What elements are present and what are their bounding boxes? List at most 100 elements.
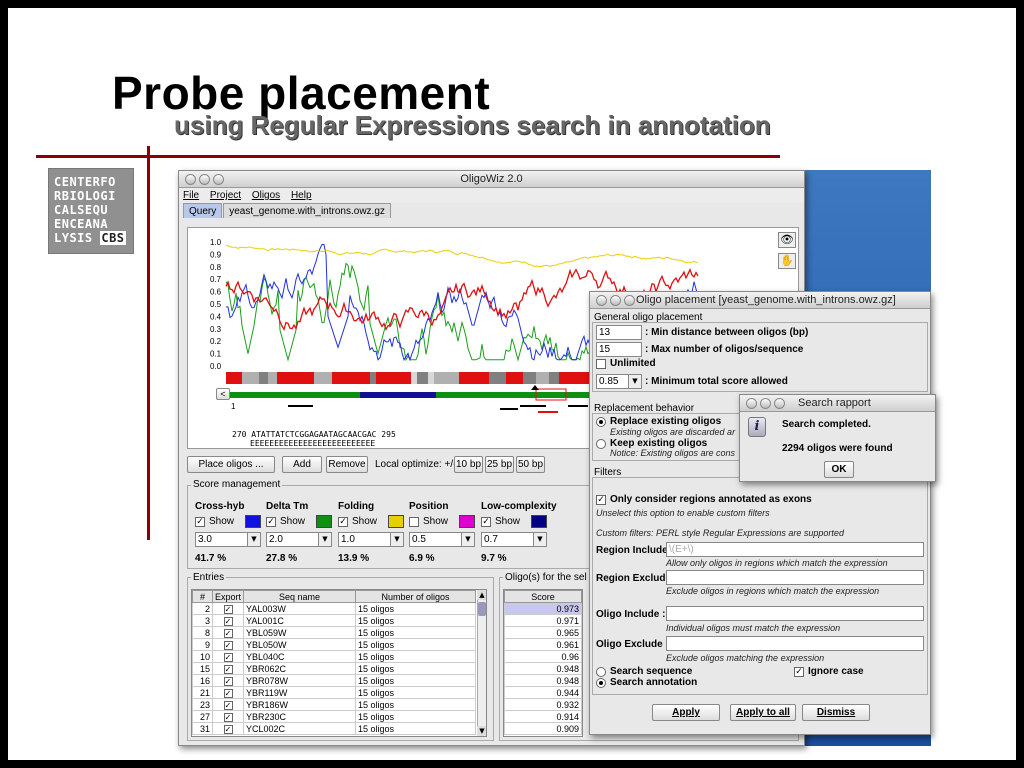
menu-oligos[interactable]: Oligos bbox=[252, 190, 280, 201]
score-weight-select[interactable]: 3.0 ▼ bbox=[195, 532, 261, 547]
hand-tool-icon[interactable]: ✋ bbox=[778, 253, 796, 269]
export-checkbox[interactable]: ✓ bbox=[211, 686, 245, 699]
add-button[interactable]: Add bbox=[282, 456, 322, 473]
export-checkbox[interactable]: ✓ bbox=[211, 614, 245, 627]
nav-left-button[interactable]: < bbox=[216, 388, 230, 400]
close-window-icon[interactable] bbox=[596, 295, 607, 306]
menu-project[interactable]: Project bbox=[210, 190, 241, 201]
min-distance-input[interactable]: 13 bbox=[596, 325, 642, 340]
col-seq-name[interactable]: Seq name bbox=[243, 590, 357, 603]
minimize-window-icon[interactable] bbox=[199, 174, 210, 185]
export-checkbox[interactable]: ✓ bbox=[211, 662, 245, 675]
table-row[interactable]: 0.948 bbox=[504, 662, 582, 675]
score-color-swatch[interactable] bbox=[316, 515, 332, 528]
optimize-10bp-button[interactable]: 10 bp bbox=[454, 456, 483, 473]
export-checkbox[interactable]: ✓ bbox=[211, 626, 245, 639]
table-row[interactable]: 2 ✓ YAL003W 15 oligos bbox=[192, 602, 476, 615]
export-checkbox[interactable]: ✓ bbox=[211, 674, 245, 687]
table-row[interactable]: 31 ✓ YCL002C 15 oligos bbox=[192, 722, 476, 735]
score-color-swatch[interactable] bbox=[531, 515, 547, 528]
table-row[interactable]: 3 ✓ YAL001C 15 oligos bbox=[192, 614, 476, 627]
export-checkbox[interactable]: ✓ bbox=[211, 698, 245, 711]
apply-to-all-button[interactable]: Apply to all bbox=[730, 704, 796, 721]
table-row[interactable]: 16 ✓ YBR078W 15 oligos bbox=[192, 674, 476, 687]
score-show-checkbox[interactable]: ✓ bbox=[481, 517, 491, 527]
remove-button[interactable]: Remove bbox=[326, 456, 368, 473]
tab-query[interactable]: Query bbox=[183, 203, 223, 218]
exons-only-checkbox[interactable]: ✓ bbox=[596, 495, 606, 505]
menu-help[interactable]: Help bbox=[291, 190, 312, 201]
min-score-select[interactable]: 0.85 ▼ bbox=[596, 374, 642, 389]
max-number-input[interactable]: 15 bbox=[596, 342, 642, 357]
score-weight-select[interactable]: 2.0 ▼ bbox=[266, 532, 332, 547]
region-include-input[interactable]: \(E+\) bbox=[666, 542, 924, 557]
search-sequence-radio[interactable] bbox=[596, 667, 606, 677]
minimize-window-icon[interactable] bbox=[760, 398, 771, 409]
dismiss-button[interactable]: Dismiss bbox=[802, 704, 870, 721]
export-checkbox[interactable]: ✓ bbox=[211, 710, 245, 723]
table-row[interactable]: 0.973 bbox=[504, 602, 582, 615]
export-checkbox[interactable]: ✓ bbox=[211, 638, 245, 651]
score-show-checkbox[interactable] bbox=[409, 517, 419, 527]
region-exclude-input[interactable] bbox=[666, 570, 924, 585]
export-checkbox[interactable]: ✓ bbox=[211, 602, 245, 615]
eye-icon[interactable]: 👁 bbox=[778, 232, 796, 248]
table-row[interactable]: 9 ✓ YBL050W 15 oligos bbox=[192, 638, 476, 651]
score-show-checkbox[interactable]: ✓ bbox=[195, 517, 205, 527]
table-row[interactable]: 27 ✓ YBR230C 15 oligos bbox=[192, 710, 476, 723]
replace-existing-radio[interactable] bbox=[596, 417, 606, 427]
col-score[interactable]: Score bbox=[504, 590, 582, 603]
table-row[interactable]: 15 ✓ YBR062C 15 oligos bbox=[192, 662, 476, 675]
keep-existing-radio[interactable] bbox=[596, 439, 606, 449]
table-row[interactable]: 10 ✓ YBL040C 15 oligos bbox=[192, 650, 476, 663]
table-row[interactable]: 0.909 bbox=[504, 722, 582, 735]
menu-file[interactable]: File bbox=[183, 190, 199, 201]
tab-yeast-genome[interactable]: yeast_genome.with_introns.owz.gz bbox=[223, 203, 391, 218]
table-row[interactable]: 8 ✓ YBL059W 15 oligos bbox=[192, 626, 476, 639]
apply-button[interactable]: Apply bbox=[652, 704, 720, 721]
table-row[interactable]: 0.948 bbox=[504, 674, 582, 687]
ignore-case-checkbox[interactable]: ✓ bbox=[794, 667, 804, 677]
table-row[interactable]: 0.932 bbox=[504, 698, 582, 711]
table-row[interactable]: 0.914 bbox=[504, 710, 582, 723]
search-annotation-radio[interactable] bbox=[596, 678, 606, 688]
score-color-swatch[interactable] bbox=[388, 515, 404, 528]
scroll-thumb[interactable] bbox=[478, 602, 486, 616]
optimize-50bp-button[interactable]: 50 bp bbox=[516, 456, 545, 473]
export-checkbox[interactable]: ✓ bbox=[211, 722, 245, 735]
score-color-swatch[interactable] bbox=[245, 515, 261, 528]
scroll-up-icon[interactable]: ▲ bbox=[477, 590, 486, 600]
optimize-25bp-button[interactable]: 25 bp bbox=[485, 456, 514, 473]
col-export[interactable]: Export bbox=[211, 590, 245, 603]
score-weight-select[interactable]: 0.5 ▼ bbox=[409, 532, 475, 547]
place-oligos-button[interactable]: Place oligos ... bbox=[187, 456, 275, 473]
oligo-exclude-input[interactable] bbox=[666, 636, 924, 651]
replace-existing-label: Replace existing oligos bbox=[610, 416, 722, 427]
ok-button[interactable]: OK bbox=[824, 461, 854, 478]
scroll-down-icon[interactable]: ▼ bbox=[477, 726, 486, 736]
score-weight-select[interactable]: 0.7 ▼ bbox=[481, 532, 547, 547]
close-window-icon[interactable] bbox=[185, 174, 196, 185]
score-show-checkbox[interactable]: ✓ bbox=[266, 517, 276, 527]
score-show-checkbox[interactable]: ✓ bbox=[338, 517, 348, 527]
zoom-window-icon[interactable] bbox=[624, 295, 635, 306]
table-row[interactable]: 23 ✓ YBR186W 15 oligos bbox=[192, 698, 476, 711]
col-number-of-oligos[interactable]: Number of oligos bbox=[355, 590, 476, 603]
close-window-icon[interactable] bbox=[746, 398, 757, 409]
table-row[interactable]: 0.965 bbox=[504, 626, 582, 639]
table-row[interactable]: 21 ✓ YBR119W 15 oligos bbox=[192, 686, 476, 699]
score-weight-select[interactable]: 1.0 ▼ bbox=[338, 532, 404, 547]
zoom-window-icon[interactable] bbox=[213, 174, 224, 185]
table-row[interactable]: 0.961 bbox=[504, 638, 582, 651]
table-row[interactable]: 0.944 bbox=[504, 686, 582, 699]
seq-name-cell: YBL059W bbox=[243, 626, 357, 639]
unlimited-checkbox[interactable] bbox=[596, 359, 606, 369]
table-row[interactable]: 0.971 bbox=[504, 614, 582, 627]
minimize-window-icon[interactable] bbox=[610, 295, 621, 306]
export-checkbox[interactable]: ✓ bbox=[211, 650, 245, 663]
score-color-swatch[interactable] bbox=[459, 515, 475, 528]
col-number[interactable]: # bbox=[192, 590, 213, 603]
oligo-include-input[interactable] bbox=[666, 606, 924, 621]
zoom-window-icon[interactable] bbox=[774, 398, 785, 409]
table-row[interactable]: 0.96 bbox=[504, 650, 582, 663]
